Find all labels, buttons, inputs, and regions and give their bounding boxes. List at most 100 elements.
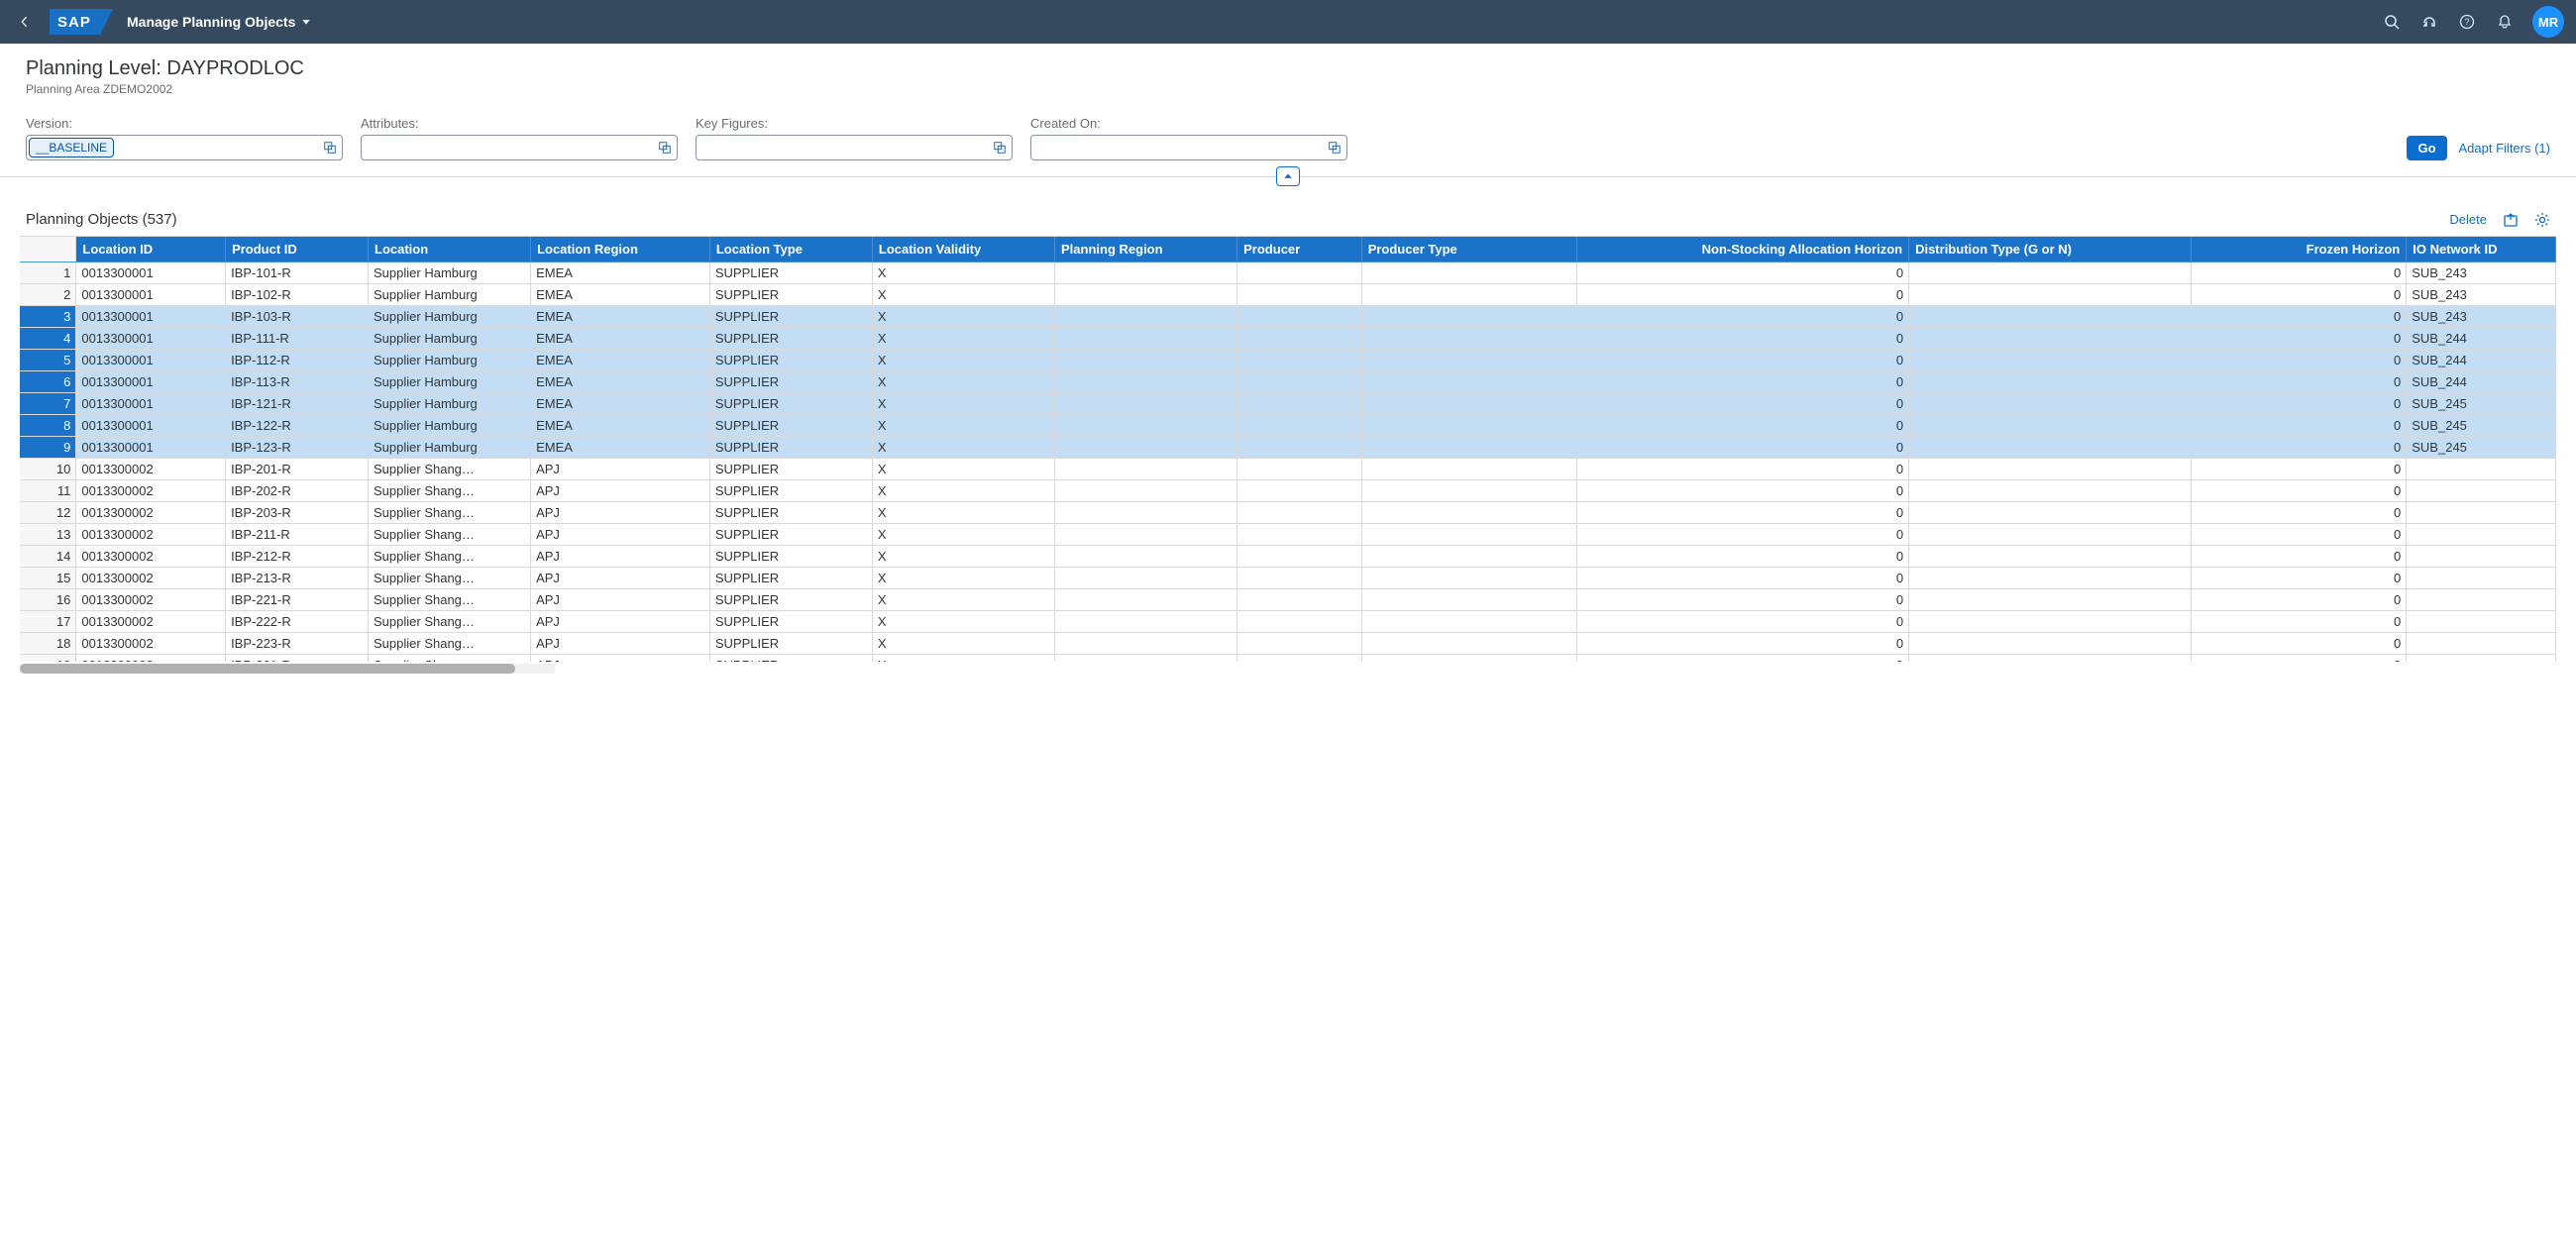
table-cell[interactable] bbox=[1361, 611, 1577, 633]
table-cell[interactable]: SUPPLIER bbox=[709, 306, 872, 328]
table-cell[interactable]: X bbox=[872, 459, 1054, 480]
table-cell[interactable]: 0013300002 bbox=[76, 633, 226, 655]
table-cell[interactable]: X bbox=[872, 437, 1054, 459]
table-cell[interactable]: SUPPLIER bbox=[709, 415, 872, 437]
table-cell[interactable] bbox=[1909, 524, 2192, 546]
row-number-cell[interactable]: 7 bbox=[20, 393, 76, 415]
table-cell[interactable]: IBP-102-R bbox=[226, 284, 369, 306]
table-cell[interactable]: IBP-213-R bbox=[226, 568, 369, 589]
table-row[interactable]: 120013300002IBP-203-RSupplier Shang…APJS… bbox=[20, 502, 2556, 524]
table-cell[interactable] bbox=[1909, 328, 2192, 350]
filter-createdon-input[interactable] bbox=[1031, 141, 1323, 156]
table-row[interactable]: 140013300002IBP-212-RSupplier Shang…APJS… bbox=[20, 546, 2556, 568]
table-cell[interactable]: IBP-203-R bbox=[226, 502, 369, 524]
table-cell[interactable]: SUPPLIER bbox=[709, 371, 872, 393]
column-header[interactable]: Location ID bbox=[76, 237, 226, 262]
row-number-cell[interactable]: 3 bbox=[20, 306, 76, 328]
row-number-cell[interactable]: 10 bbox=[20, 459, 76, 480]
table-cell[interactable] bbox=[1361, 284, 1577, 306]
table-cell[interactable]: 0 bbox=[2191, 546, 2407, 568]
table-cell[interactable]: Supplier Hamburg bbox=[369, 415, 531, 437]
filter-keyfigures-input-wrap[interactable] bbox=[696, 135, 1013, 160]
table-cell[interactable] bbox=[1909, 393, 2192, 415]
row-number-cell[interactable]: 17 bbox=[20, 611, 76, 633]
table-cell[interactable] bbox=[1361, 655, 1577, 663]
table-cell[interactable]: 0013300002 bbox=[76, 524, 226, 546]
table-cell[interactable]: X bbox=[872, 371, 1054, 393]
table-cell[interactable]: 0013300001 bbox=[76, 393, 226, 415]
table-cell[interactable] bbox=[1361, 502, 1577, 524]
table-cell[interactable] bbox=[2407, 480, 2556, 502]
table-cell[interactable]: IBP-123-R bbox=[226, 437, 369, 459]
table-cell[interactable]: SUPPLIER bbox=[709, 328, 872, 350]
value-help-icon[interactable] bbox=[1323, 141, 1346, 155]
table-cell[interactable] bbox=[2407, 568, 2556, 589]
table-cell[interactable]: Supplier Shang… bbox=[369, 502, 531, 524]
table-cell[interactable]: Supplier Shang… bbox=[369, 611, 531, 633]
table-cell[interactable]: 0 bbox=[2191, 589, 2407, 611]
table-cell[interactable]: X bbox=[872, 284, 1054, 306]
filter-version-token[interactable]: __BASELINE bbox=[29, 138, 114, 157]
horizontal-scrollbar[interactable] bbox=[20, 664, 555, 674]
table-cell[interactable]: IBP-202-R bbox=[226, 480, 369, 502]
table-cell[interactable]: 0013300002 bbox=[76, 589, 226, 611]
table-cell[interactable]: 0013300002 bbox=[76, 546, 226, 568]
table-cell[interactable]: APJ bbox=[531, 546, 710, 568]
table-cell[interactable]: 0013300002 bbox=[76, 568, 226, 589]
table-row[interactable]: 80013300001IBP-122-RSupplier HamburgEMEA… bbox=[20, 415, 2556, 437]
table-cell[interactable] bbox=[1055, 437, 1237, 459]
table-cell[interactable] bbox=[1055, 350, 1237, 371]
table-cell[interactable]: Supplier Hamburg bbox=[369, 262, 531, 284]
table-cell[interactable] bbox=[1361, 437, 1577, 459]
table-cell[interactable]: SUPPLIER bbox=[709, 568, 872, 589]
table-cell[interactable] bbox=[1055, 611, 1237, 633]
table-cell[interactable] bbox=[1361, 306, 1577, 328]
table-cell[interactable]: 0 bbox=[2191, 633, 2407, 655]
table-cell[interactable] bbox=[1361, 371, 1577, 393]
table-cell[interactable]: 0 bbox=[2191, 284, 2407, 306]
row-number-cell[interactable]: 6 bbox=[20, 371, 76, 393]
table-cell[interactable]: 0013300001 bbox=[76, 306, 226, 328]
table-cell[interactable] bbox=[1055, 459, 1237, 480]
column-header[interactable]: Location Validity bbox=[872, 237, 1054, 262]
table-cell[interactable]: 0 bbox=[1577, 284, 1909, 306]
table-cell[interactable]: SUB_245 bbox=[2407, 415, 2556, 437]
table-cell[interactable]: SUPPLIER bbox=[709, 524, 872, 546]
row-number-cell[interactable]: 16 bbox=[20, 589, 76, 611]
table-cell[interactable]: 0 bbox=[2191, 350, 2407, 371]
column-header[interactable]: Non-Stocking Allocation Horizon bbox=[1577, 237, 1909, 262]
table-cell[interactable]: 0013300002 bbox=[76, 655, 226, 663]
table-cell[interactable]: 0 bbox=[2191, 437, 2407, 459]
table-cell[interactable]: 0013300002 bbox=[76, 459, 226, 480]
table-cell[interactable] bbox=[1361, 524, 1577, 546]
row-number-cell[interactable]: 15 bbox=[20, 568, 76, 589]
table-scroll-container[interactable]: Location IDProduct IDLocationLocation Re… bbox=[20, 236, 2556, 662]
table-cell[interactable] bbox=[1055, 262, 1237, 284]
app-title-dropdown[interactable]: Manage Planning Objects bbox=[127, 14, 311, 30]
table-cell[interactable] bbox=[1361, 480, 1577, 502]
row-number-header[interactable] bbox=[20, 237, 76, 262]
table-cell[interactable]: SUPPLIER bbox=[709, 546, 872, 568]
table-cell[interactable] bbox=[1055, 655, 1237, 663]
table-cell[interactable]: EMEA bbox=[531, 415, 710, 437]
row-number-cell[interactable]: 12 bbox=[20, 502, 76, 524]
table-cell[interactable]: SUPPLIER bbox=[709, 611, 872, 633]
table-cell[interactable]: EMEA bbox=[531, 437, 710, 459]
table-cell[interactable] bbox=[1909, 611, 2192, 633]
table-cell[interactable]: 0 bbox=[2191, 371, 2407, 393]
row-number-cell[interactable]: 5 bbox=[20, 350, 76, 371]
table-cell[interactable]: 0 bbox=[1577, 546, 1909, 568]
table-cell[interactable] bbox=[1909, 262, 2192, 284]
table-row[interactable]: 20013300001IBP-102-RSupplier HamburgEMEA… bbox=[20, 284, 2556, 306]
table-cell[interactable]: 0 bbox=[1577, 393, 1909, 415]
table-cell[interactable]: 0 bbox=[2191, 262, 2407, 284]
table-cell[interactable]: 0 bbox=[2191, 655, 2407, 663]
adapt-filters-link[interactable]: Adapt Filters (1) bbox=[2459, 141, 2550, 156]
table-cell[interactable]: Supplier Shang… bbox=[369, 524, 531, 546]
table-cell[interactable]: IBP-121-R bbox=[226, 393, 369, 415]
table-cell[interactable]: Supplier Hamburg bbox=[369, 306, 531, 328]
table-cell[interactable]: Supplier Hamburg bbox=[369, 393, 531, 415]
table-cell[interactable]: 0013300002 bbox=[76, 611, 226, 633]
table-cell[interactable]: 0 bbox=[2191, 393, 2407, 415]
table-cell[interactable]: SUB_243 bbox=[2407, 284, 2556, 306]
